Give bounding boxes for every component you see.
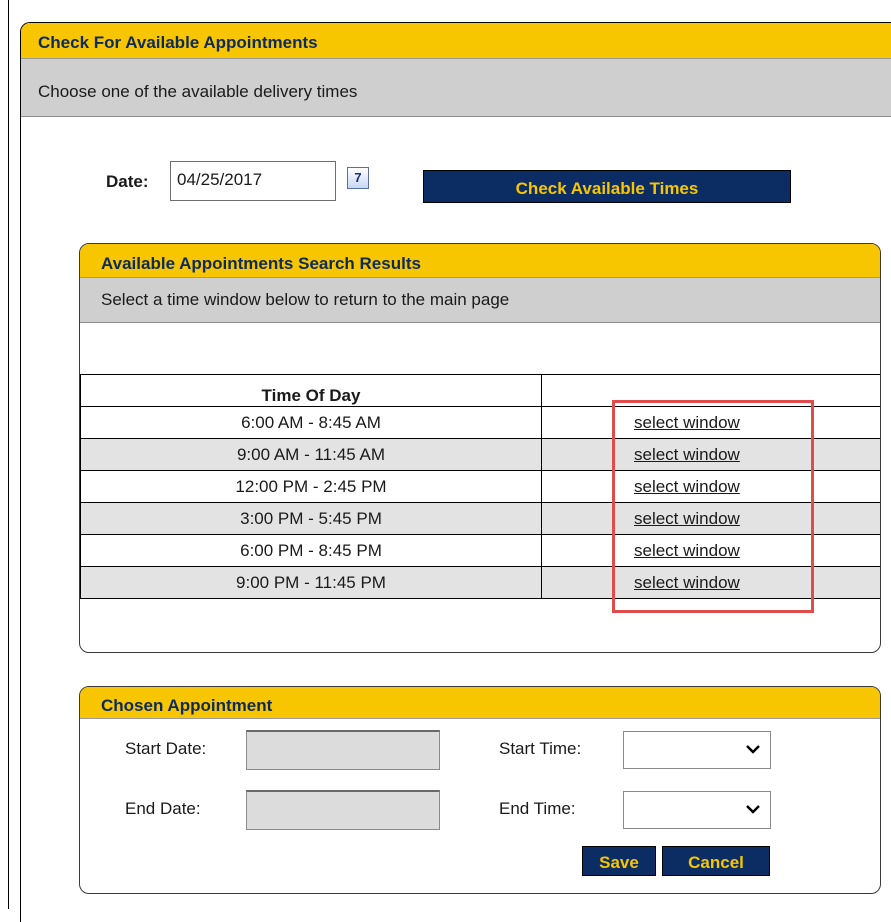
chosen-appointment-panel: Chosen Appointment Start Date: End Date:… — [79, 686, 881, 894]
save-button[interactable]: Save — [582, 846, 656, 876]
action-header — [541, 374, 880, 407]
time-cell: 6:00 PM - 8:45 PM — [80, 534, 542, 567]
chevron-down-icon — [746, 805, 760, 814]
table-header-row: Time Of Day — [80, 374, 880, 407]
start-date-label: Start Date: — [125, 739, 207, 758]
time-cell: 9:00 AM - 11:45 AM — [80, 438, 542, 471]
select-window-link[interactable]: select window — [634, 509, 740, 528]
table-row: 9:00 AM - 11:45 AM select window — [80, 438, 880, 471]
time-cell: 6:00 AM - 8:45 AM — [80, 406, 542, 439]
table-row: 12:00 PM - 2:45 PM select window — [80, 470, 880, 503]
page-left-border — [8, 0, 9, 909]
end-time-label: End Time: — [499, 799, 576, 818]
end-date-label: End Date: — [125, 799, 201, 818]
search-results-title: Available Appointments Search Results — [80, 244, 880, 278]
select-window-link[interactable]: select window — [634, 445, 740, 464]
table-row: 3:00 PM - 5:45 PM select window — [80, 502, 880, 535]
date-label: Date: — [106, 172, 149, 191]
end-date-field — [246, 790, 440, 830]
main-panel-subtitle: Choose one of the available delivery tim… — [21, 59, 891, 117]
check-available-times-button[interactable]: Check Available Times — [423, 170, 791, 203]
date-input[interactable]: 04/25/2017 — [170, 161, 336, 201]
start-time-label: Start Time: — [499, 739, 582, 758]
end-time-select[interactable] — [623, 791, 771, 829]
select-window-link[interactable]: select window — [634, 541, 740, 560]
chosen-appointment-title: Chosen Appointment — [80, 687, 880, 719]
start-time-select[interactable] — [623, 731, 771, 769]
main-panel-title: Check For Available Appointments — [21, 23, 891, 59]
time-cell: 9:00 PM - 11:45 PM — [80, 566, 542, 599]
table-row: 6:00 PM - 8:45 PM select window — [80, 534, 880, 567]
cancel-button[interactable]: Cancel — [662, 846, 770, 876]
time-of-day-header: Time Of Day — [80, 374, 542, 407]
search-results-panel: Available Appointments Search Results Se… — [79, 243, 881, 653]
chevron-down-icon — [746, 745, 760, 754]
time-window-table: Time Of Day 6:00 AM - 8:45 AM select win… — [80, 374, 880, 599]
table-row: 9:00 PM - 11:45 PM select window — [80, 566, 880, 599]
select-window-link[interactable]: select window — [634, 413, 740, 432]
time-cell: 3:00 PM - 5:45 PM — [80, 502, 542, 535]
table-row: 6:00 AM - 8:45 AM select window — [80, 406, 880, 439]
calendar-icon[interactable]: 7 — [347, 167, 369, 189]
search-results-subtitle: Select a time window below to return to … — [80, 278, 880, 323]
select-window-link[interactable]: select window — [634, 477, 740, 496]
select-window-link[interactable]: select window — [634, 573, 740, 592]
start-date-field — [246, 730, 440, 770]
time-cell: 12:00 PM - 2:45 PM — [80, 470, 542, 503]
